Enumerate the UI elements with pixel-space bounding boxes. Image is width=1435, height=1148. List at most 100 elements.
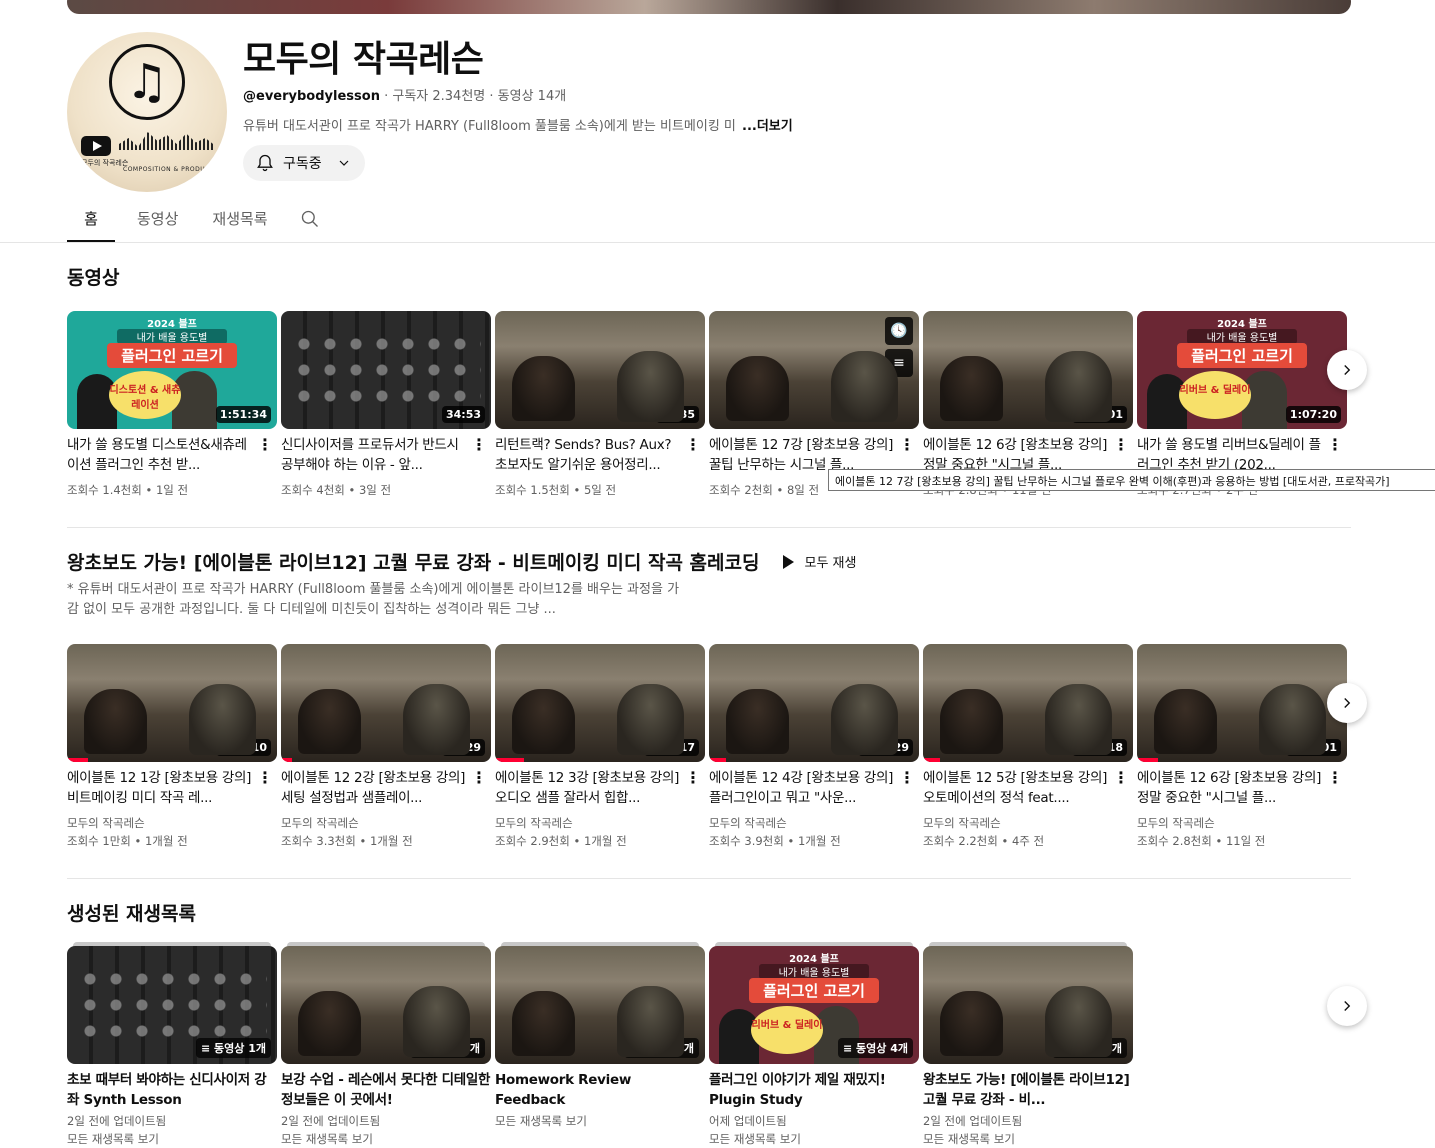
created-playlists-title: 생성된 재생목록 (67, 903, 196, 925)
playlist-title[interactable]: Homework Review Feedback (495, 1070, 705, 1110)
watch-progress-bar (709, 758, 726, 762)
video-thumbnail[interactable]: 1:51:29 (709, 644, 919, 762)
more-actions-icon[interactable]: ⋮ (257, 768, 273, 787)
channel-avatar[interactable]: ♫ 모두의 작곡레슨 COMPOSITION & PRODUCTION (67, 32, 227, 192)
video-thumbnail[interactable]: 🕓 ≡ (709, 311, 919, 429)
video-duration: 52:29 (441, 739, 485, 756)
playlist-card[interactable]: ≡ 동영상 1개 Homework Review Feedback 모든 재생목록 … (495, 942, 705, 1148)
more-actions-icon[interactable]: ⋮ (471, 768, 487, 787)
playlist-next-button[interactable] (1327, 683, 1367, 723)
video-thumbnail[interactable]: ≡ 동영상 1개 (495, 946, 705, 1064)
play-all-button[interactable]: 모두 재생 (783, 552, 856, 571)
playlist-title[interactable]: 초보 때부터 봐야하는 신디사이저 강좌 Synth Lesson (67, 1070, 277, 1110)
tab-playlists[interactable]: 재생목록 (200, 200, 279, 242)
view-full-playlist-link[interactable]: 모든 재생목록 보기 (709, 1130, 919, 1148)
playlist-icon: ≡ (200, 1042, 215, 1055)
more-actions-icon[interactable]: ⋮ (1113, 768, 1129, 787)
video-title[interactable]: 에이블톤 12 5강 [왕초보용 강의] 오토메이션의 정석 feat.... (923, 768, 1133, 808)
playlist-card[interactable]: ≡ 동영상 8개왕초보도 가능! [에이블톤 라이브12] 고퀄 무료 강좌 -… (923, 942, 1133, 1148)
video-duration: 1:27:01 (1071, 406, 1127, 423)
video-thumbnail[interactable]: 2024 블프 내가 배울 용도별 플러그인 고르기 디스토션 & 새츄레이션 1:51… (67, 311, 277, 429)
tab-home[interactable]: 홈 (67, 200, 115, 242)
video-meta: 조회수 1.5천회 • 5일 전 (495, 483, 617, 497)
waveform-icon (119, 132, 215, 150)
channel-name[interactable]: 모두의 작곡레슨 (709, 814, 919, 832)
video-duration: 1:25:17 (643, 739, 699, 756)
video-thumbnail[interactable]: ≡ 동영상 8개 (923, 946, 1133, 1064)
video-card[interactable]: 34:53 신디사이저를 프로듀서가 반드시 공부해야 하는 이유 - 앞... ⋮… (281, 311, 491, 499)
channel-name[interactable]: 모두의 작곡레슨 (923, 814, 1133, 832)
playlist-video-card[interactable]: 1:25:17 에이블톤 12 3강 [왕초보용 강의] 오디오 샘플 잘라서 힙… (495, 644, 705, 850)
promo-tag-text: 리버브 & 딜레이 (751, 1006, 823, 1054)
video-title[interactable]: 에이블톤 12 2강 [왕초보용 강의] 세팅 설정법과 샘플레이... (281, 768, 491, 808)
search-icon[interactable] (300, 209, 320, 229)
playlist-card[interactable]: ≡ 동영상 1개보강 수업 - 레슨에서 못다한 디테일한 정보들은 이 곳에서… (281, 942, 491, 1148)
subscribed-button[interactable]: 구독중 (243, 145, 365, 181)
video-title[interactable]: 신디사이저를 프로듀서가 반드시 공부해야 하는 이유 - 앞... (281, 435, 491, 475)
channel-description[interactable]: 유튜버 대도서관이 프로 작곡가 HARRY (Full8loom 풀블룸 소속… (243, 115, 793, 134)
playlist-card[interactable]: 2024 블프 내가 배울 용도별 플러그인 고르기 리버브 & 딜레이 ≡ 동영상 4… (709, 942, 919, 1148)
watch-later-icon[interactable]: 🕓 (885, 317, 913, 345)
chevron-right-icon (1344, 365, 1351, 375)
video-thumbnail[interactable]: 2024 블프 내가 배울 용도별 플러그인 고르기 리버브 & 딜레이 ≡ 동영상 4… (709, 946, 919, 1064)
playlist-description: * 유튜버 대도서관이 프로 작곡가 HARRY (Full8loom 풀블룸 … (67, 582, 680, 617)
playlist-title[interactable]: 보강 수업 - 레슨에서 못다한 디테일한 정보들은 이 곳에서! (281, 1070, 491, 1110)
video-thumbnail[interactable]: 58:35 (495, 311, 705, 429)
tab-videos[interactable]: 동영상 (125, 200, 190, 242)
video-card[interactable]: 58:35 리턴트랙? Sends? Bus? Aux? 초보자도 알기쉬운 용어… (495, 311, 705, 499)
video-thumbnail[interactable]: 1:20:18 (923, 644, 1133, 762)
playlists-next-button[interactable] (1327, 986, 1367, 1026)
video-thumbnail[interactable]: 2024 블프 내가 배울 용도별 플러그인 고르기 리버브 & 딜레이 1:07:20 (1137, 311, 1347, 429)
channel-name[interactable]: 모두의 작곡레슨 (495, 814, 705, 832)
more-actions-icon[interactable]: ⋮ (685, 768, 701, 787)
video-thumbnail[interactable]: ≡ 동영상 1개 (281, 946, 491, 1064)
video-title[interactable]: 에이블톤 12 6강 [왕초보용 강의] 정말 중요한 "시그널 플... (1137, 768, 1347, 808)
video-thumbnail[interactable]: ≡ 동영상 1개 (67, 946, 277, 1064)
playlist-video-card[interactable]: 1:20:18 에이블톤 12 5강 [왕초보용 강의] 오토메이션의 정석 fe… (923, 644, 1133, 850)
more-actions-icon[interactable]: ⋮ (1327, 435, 1343, 454)
video-title[interactable]: 내가 쓸 용도별 디스토션&새츄레이션 플러그인 추천 받... (67, 435, 277, 475)
add-to-queue-icon[interactable]: ≡ (885, 349, 913, 377)
video-card[interactable]: 2024 블프 내가 배울 용도별 플러그인 고르기 디스토션 & 새츄레이션 1:51… (67, 311, 277, 499)
video-thumbnail[interactable]: 1:27:01 (1137, 644, 1347, 762)
video-title[interactable]: 에이블톤 12 3강 [왕초보용 강의] 오디오 샘플 잘라서 힙합... (495, 768, 705, 808)
videos-next-button[interactable] (1327, 350, 1367, 390)
channel-name[interactable]: 모두의 작곡레슨 (1137, 814, 1347, 832)
video-thumbnail[interactable]: 52:29 (281, 644, 491, 762)
video-title[interactable]: 리턴트랙? Sends? Bus? Aux? 초보자도 알기쉬운 용어정리... (495, 435, 705, 475)
more-actions-icon[interactable]: ⋮ (1327, 768, 1343, 787)
playlist-count-text: 동영상 1개 (428, 1042, 480, 1055)
playlist-video-card[interactable]: 1:27:01 에이블톤 12 6강 [왕초보용 강의] 정말 중요한 "시그널 … (1137, 644, 1347, 850)
more-actions-icon[interactable]: ⋮ (471, 435, 487, 454)
channel-name[interactable]: 모두의 작곡레슨 (281, 814, 491, 832)
playlist-video-card[interactable]: 1:32:10 에이블톤 12 1강 [왕초보용 강의] 비트메이킹 미디 작곡 … (67, 644, 277, 850)
channel-name[interactable]: 모두의 작곡레슨 (67, 814, 277, 832)
video-thumbnail[interactable]: 1:25:17 (495, 644, 705, 762)
more-actions-icon[interactable]: ⋮ (899, 768, 915, 787)
playlist-section-title[interactable]: 왕초보도 가능! [에이블톤 라이브12] 고퀄 무료 강좌 - 비트메이킹 미… (67, 548, 759, 575)
playlist-title[interactable]: 플러그인 이야기가 제일 재밌지! Plugin Study (709, 1070, 919, 1110)
playlist-card[interactable]: ≡ 동영상 1개초보 때부터 봐야하는 신디사이저 강좌 Synth Lesso… (67, 942, 277, 1148)
play-icon (783, 554, 795, 569)
video-title[interactable]: 에이블톤 12 4강 [왕초보용 강의] 플러그인이고 뭐고 "사운... (709, 768, 919, 808)
more-actions-icon[interactable]: ⋮ (685, 435, 701, 454)
playlist-count-text: 동영상 1개 (214, 1042, 266, 1055)
playlist-icon: ≡ (414, 1042, 429, 1055)
video-title[interactable]: 에이블톤 12 1강 [왕초보용 강의] 비트메이킹 미디 작곡 레... (67, 768, 277, 808)
view-full-playlist-link[interactable]: 모든 재생목록 보기 (281, 1130, 491, 1148)
playlist-title[interactable]: 왕초보도 가능! [에이블톤 라이브12] 고퀄 무료 강좌 - 비... (923, 1070, 1133, 1110)
video-thumbnail[interactable]: 1:32:10 (67, 644, 277, 762)
watch-progress-bar (281, 758, 292, 762)
video-thumbnail[interactable]: 34:53 (281, 311, 491, 429)
playlist-video-card[interactable]: 1:51:29 에이블톤 12 4강 [왕초보용 강의] 플러그인이고 뭐고 "사… (709, 644, 919, 850)
video-thumbnail[interactable]: 1:27:01 (923, 311, 1133, 429)
view-count: 조회수 3.3천회 • 1개월 전 (281, 834, 413, 848)
more-actions-icon[interactable]: ⋮ (1113, 435, 1129, 454)
playlist-video-card[interactable]: 52:29 에이블톤 12 2강 [왕초보용 강의] 세팅 설정법과 샘플레이..… (281, 644, 491, 850)
view-full-playlist-link[interactable]: 모든 재생목록 보기 (67, 1130, 277, 1148)
more-link[interactable]: ...더보기 (742, 119, 793, 134)
view-full-playlist-link[interactable]: 모든 재생목록 보기 (495, 1112, 705, 1130)
more-actions-icon[interactable]: ⋮ (257, 435, 273, 454)
view-full-playlist-link[interactable]: 모든 재생목록 보기 (923, 1130, 1133, 1148)
more-actions-icon[interactable]: ⋮ (899, 435, 915, 454)
